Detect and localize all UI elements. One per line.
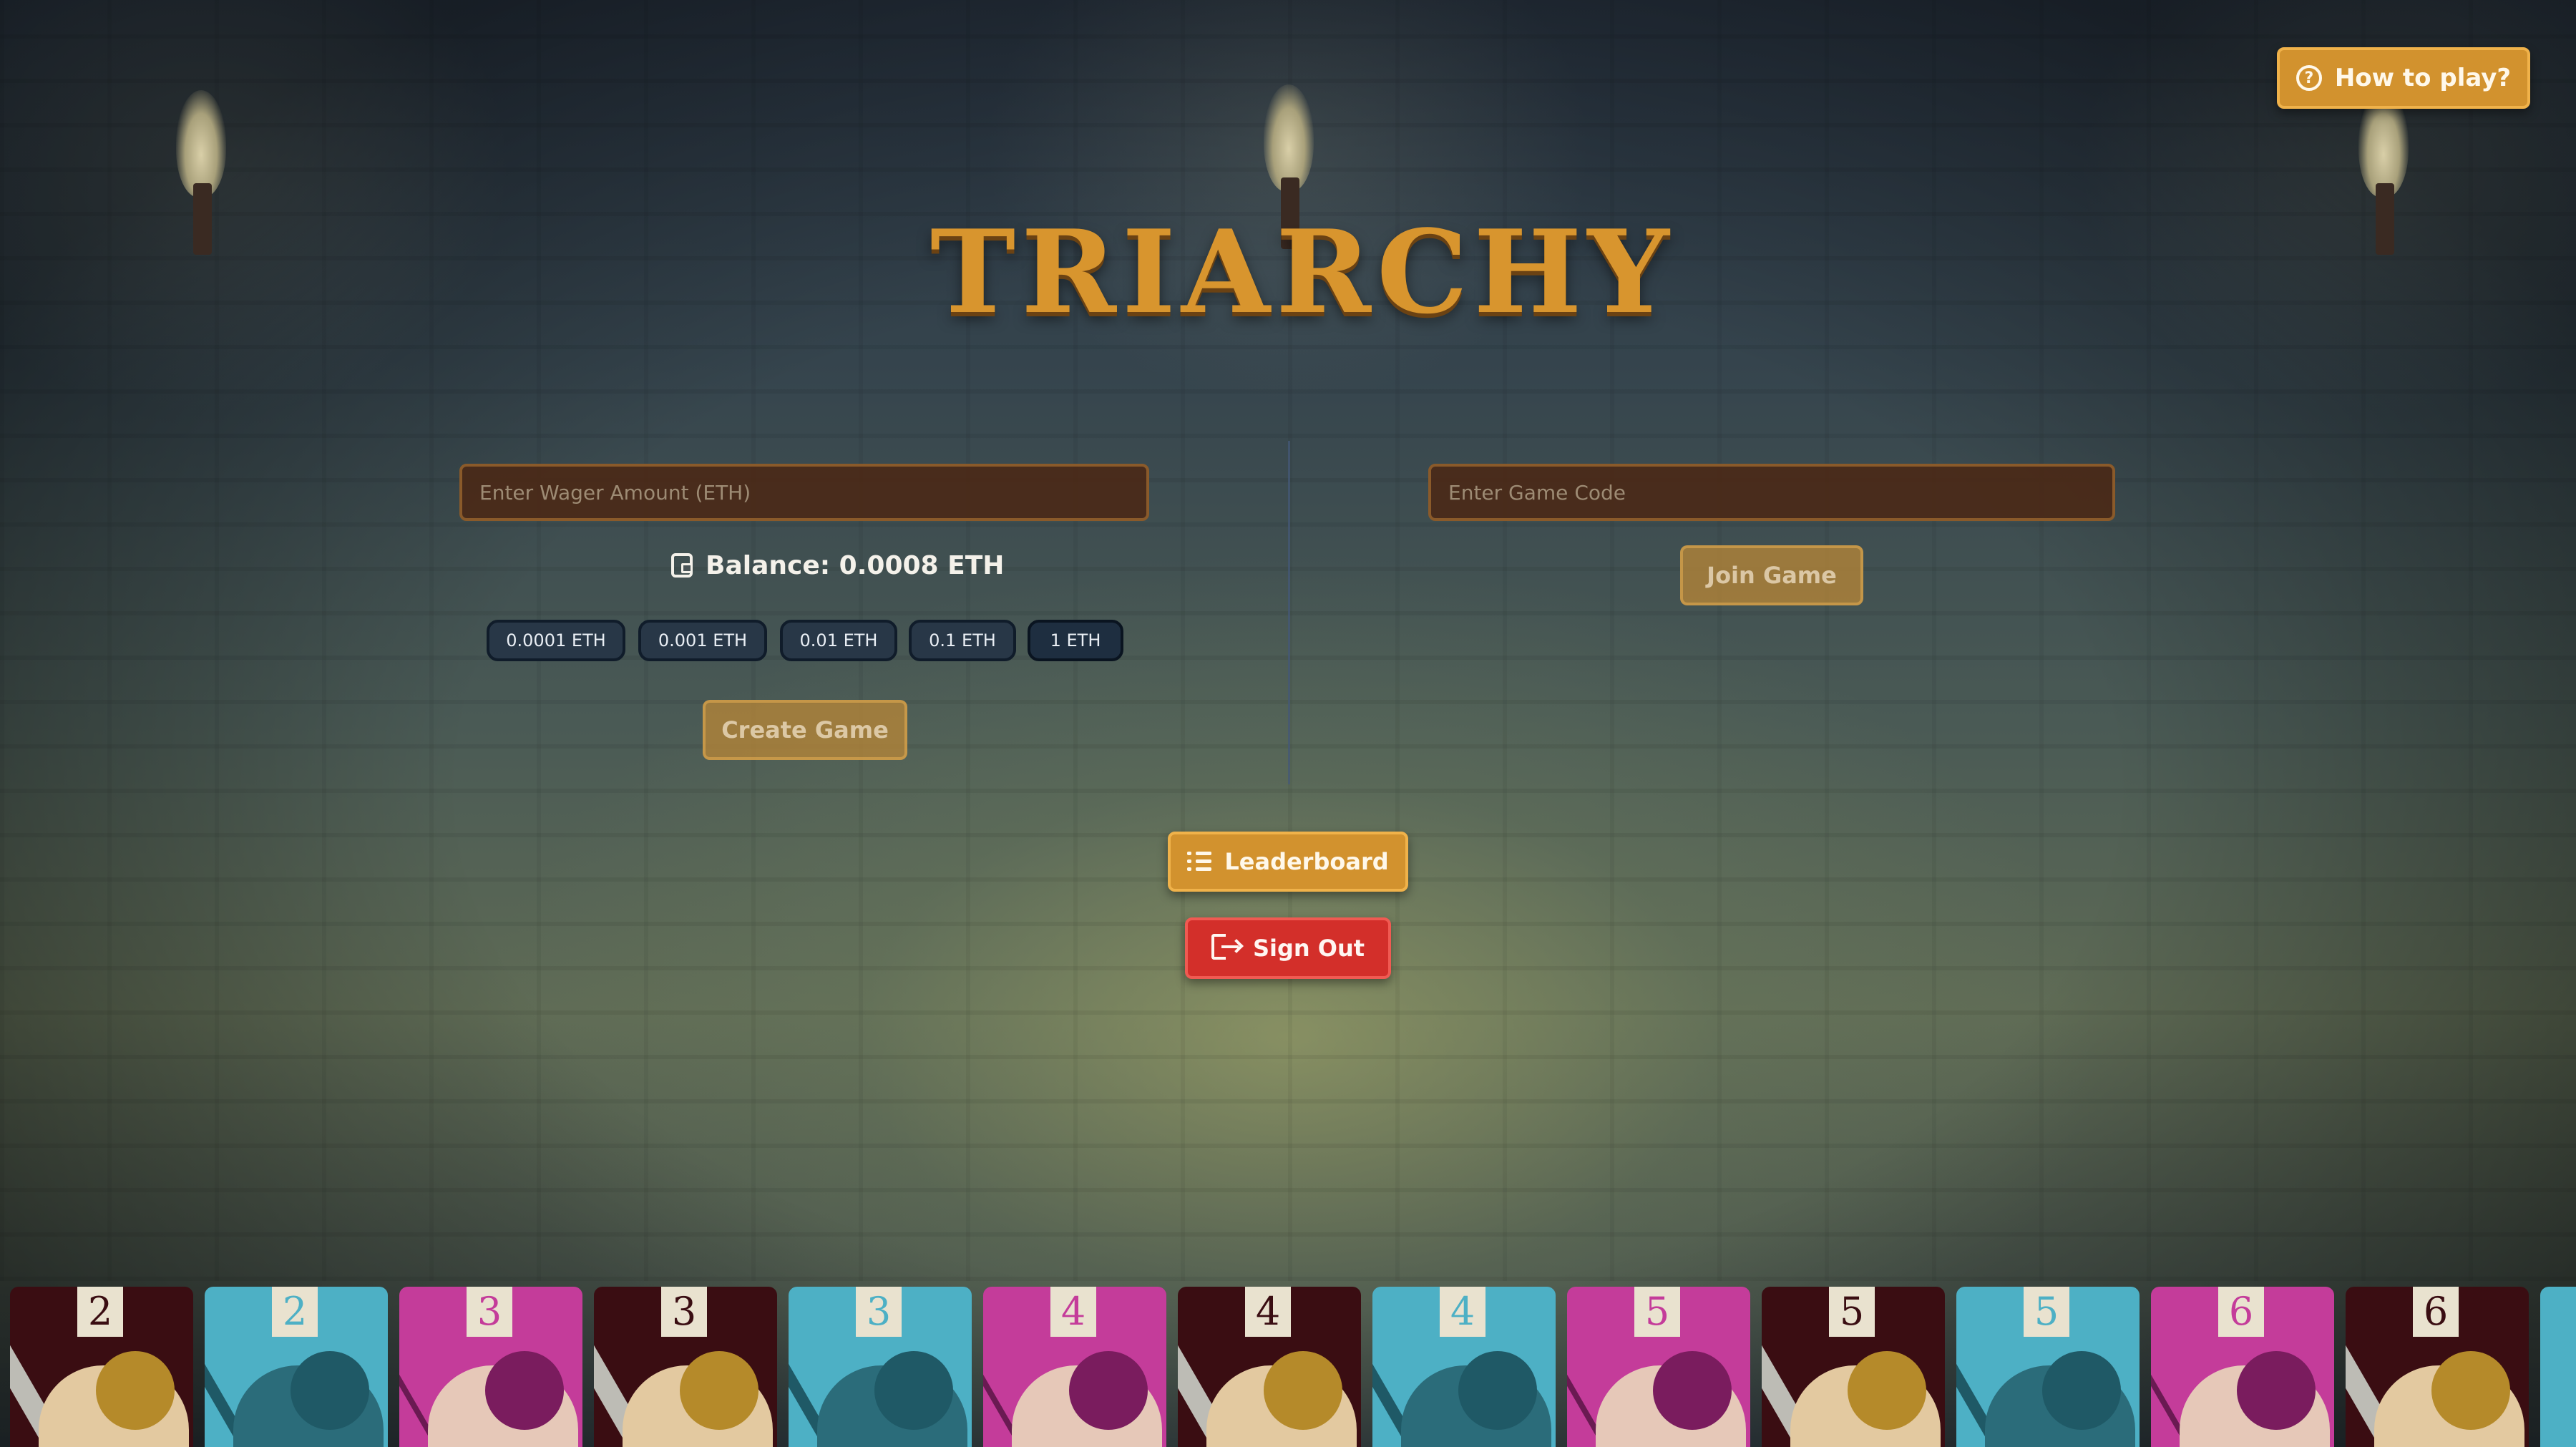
card-5-red: 5 — [1762, 1287, 1945, 1447]
preset-label: 0.01 ETH — [799, 630, 878, 651]
wager-amount-input[interactable]: Enter Wager Amount (ETH) — [459, 464, 1149, 521]
torch-flame — [1264, 84, 1314, 192]
card-3-red: 3 — [594, 1287, 777, 1447]
card-value: 3 — [856, 1287, 902, 1337]
card-value: 3 — [467, 1287, 512, 1337]
torch-stick — [193, 183, 212, 255]
leaderboard-button[interactable]: Leaderboard — [1168, 832, 1408, 892]
card-partial-blue — [2540, 1287, 2576, 1447]
card-4-blue: 4 — [1372, 1287, 1556, 1447]
card-3-blue: 3 — [789, 1287, 972, 1447]
wager-amount-placeholder: Enter Wager Amount (ETH) — [479, 480, 751, 505]
join-game-button[interactable]: Join Game — [1680, 545, 1863, 605]
card-value: 5 — [1829, 1287, 1875, 1337]
leaderboard-label: Leaderboard — [1224, 848, 1389, 875]
preset-0.0001-eth-button[interactable]: 0.0001 ETH — [487, 620, 625, 661]
preset-0.1-eth-button[interactable]: 0.1 ETH — [909, 620, 1016, 661]
card-value: 6 — [2413, 1287, 2459, 1337]
sign-out-label: Sign Out — [1252, 935, 1365, 962]
torch-left — [169, 90, 233, 276]
card-value: 2 — [272, 1287, 318, 1337]
torch-right — [2351, 90, 2416, 276]
balance-display: Balance: 0.0008 ETH — [671, 545, 1004, 585]
create-game-button[interactable]: Create Game — [703, 700, 907, 760]
preset-label: 0.1 ETH — [929, 630, 996, 651]
card-value: 4 — [1050, 1287, 1096, 1337]
game-title: TRIARCHY — [930, 205, 1675, 339]
preset-label: 0.0001 ETH — [506, 630, 606, 651]
game-code-placeholder: Enter Game Code — [1448, 480, 1626, 505]
how-to-play-label: How to play? — [2334, 64, 2512, 92]
sign-out-button[interactable]: Sign Out — [1185, 917, 1391, 979]
game-code-input[interactable]: Enter Game Code — [1428, 464, 2115, 521]
card-strip: 2 2 3 3 3 4 4 4 5 5 5 6 6 — [0, 1287, 2576, 1447]
card-6-red: 6 — [2346, 1287, 2529, 1447]
wallet-icon — [671, 553, 693, 578]
torch-flame — [176, 90, 226, 198]
card-4-pink: 4 — [983, 1287, 1166, 1447]
card-value: 5 — [2024, 1287, 2069, 1337]
card-value: 5 — [1634, 1287, 1680, 1337]
card-value: 2 — [77, 1287, 123, 1337]
balance-label: Balance: 0.0008 ETH — [706, 550, 1005, 580]
question-icon: ? — [2296, 65, 2322, 91]
section-divider — [1288, 441, 1290, 784]
card-5-pink: 5 — [1567, 1287, 1750, 1447]
card-5-blue: 5 — [1956, 1287, 2140, 1447]
preset-label: 1 ETH — [1050, 630, 1101, 651]
list-icon — [1187, 852, 1212, 872]
card-6-pink: 6 — [2151, 1287, 2334, 1447]
torch-stick — [2376, 183, 2394, 255]
preset-label: 0.001 ETH — [658, 630, 748, 651]
card-3-pink: 3 — [399, 1287, 582, 1447]
card-value: 4 — [1440, 1287, 1485, 1337]
card-value: 4 — [1245, 1287, 1291, 1337]
card-value: 6 — [2218, 1287, 2264, 1337]
card-2-red: 2 — [10, 1287, 193, 1447]
card-value: 3 — [661, 1287, 707, 1337]
preset-0.001-eth-button[interactable]: 0.001 ETH — [638, 620, 767, 661]
join-game-label: Join Game — [1707, 562, 1837, 589]
preset-0.01-eth-button[interactable]: 0.01 ETH — [780, 620, 897, 661]
card-2-blue: 2 — [205, 1287, 388, 1447]
card-4-red: 4 — [1178, 1287, 1361, 1447]
how-to-play-button[interactable]: ? How to play? — [2277, 47, 2530, 109]
preset-1-eth-button[interactable]: 1 ETH — [1028, 620, 1123, 661]
create-game-label: Create Game — [721, 716, 889, 744]
sign-out-icon — [1211, 934, 1244, 963]
